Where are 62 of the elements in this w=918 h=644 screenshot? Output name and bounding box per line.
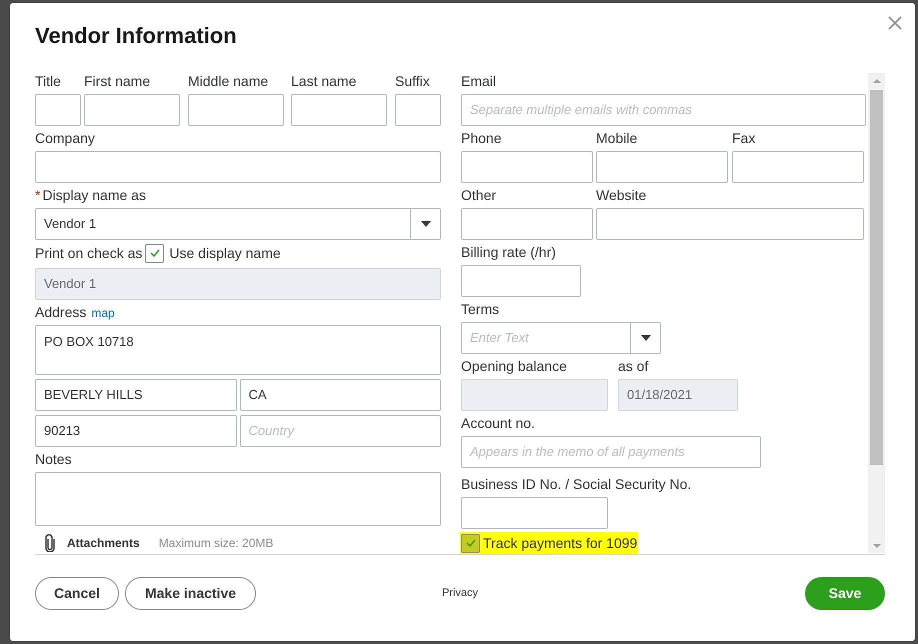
input-field[interactable]	[461, 265, 581, 297]
input-field[interactable]	[596, 151, 728, 183]
field-label: Terms	[461, 300, 500, 318]
check-icon	[150, 249, 160, 257]
check-icon	[466, 539, 476, 547]
field-label: Display name as	[42, 186, 146, 204]
field-label: as of	[618, 357, 648, 375]
input-field[interactable]: CA	[240, 379, 441, 411]
input-field[interactable]	[461, 208, 593, 240]
caret-icon	[420, 221, 430, 227]
caret-icon	[640, 335, 650, 341]
size-note: Maximum size: 20MB	[158, 535, 274, 552]
close-icon[interactable]	[888, 16, 902, 30]
paperclip-icon[interactable]	[45, 534, 55, 552]
field-label: Suffix	[395, 72, 430, 90]
field-label: Other	[461, 186, 496, 204]
field-label: Last name	[291, 72, 356, 90]
input-field[interactable]: 90213	[35, 415, 236, 447]
checkbox-label: Track payments for 1099	[483, 534, 638, 552]
input-field[interactable]: BEVERLY HILLS	[35, 379, 236, 411]
field-label: Notes	[35, 450, 72, 468]
field-label: Phone	[461, 129, 502, 147]
text-area[interactable]	[35, 472, 441, 526]
field-label: Title	[35, 72, 61, 90]
dialog-title: Vendor Information	[35, 22, 237, 50]
field-label: Billing rate (/hr)	[461, 243, 556, 261]
field-label: Middle name	[188, 72, 268, 90]
scrollbar[interactable]	[868, 73, 885, 553]
input-field[interactable]	[291, 94, 387, 126]
field-label: Mobile	[596, 129, 638, 147]
privacy-link[interactable]: Privacy	[442, 585, 478, 602]
field-label: Website	[596, 186, 646, 204]
text-area[interactable]: PO BOX 10718	[35, 325, 441, 375]
field-label: Address	[35, 303, 86, 321]
input-field[interactable]	[84, 94, 180, 126]
field-label: Email	[461, 72, 496, 90]
input-field[interactable]	[395, 94, 441, 126]
scroll-up-icon[interactable]	[872, 79, 880, 83]
input-field[interactable]	[35, 94, 81, 126]
input-field[interactable]	[461, 151, 593, 183]
input-field[interactable]	[732, 151, 864, 183]
input-field[interactable]	[35, 151, 441, 183]
input-field[interactable]	[596, 208, 864, 240]
cancel-button[interactable]: Cancel	[35, 577, 119, 610]
scrollbar-thumb[interactable]	[870, 90, 883, 465]
input-field[interactable]	[461, 497, 608, 529]
field-label: Print on check as	[35, 244, 142, 262]
checkbox[interactable]	[145, 244, 164, 262]
scroll-down-icon[interactable]	[872, 544, 880, 548]
field-label: Fax	[732, 129, 756, 147]
input-field[interactable]	[188, 94, 284, 126]
field-label: Account no.	[461, 414, 535, 432]
map-link[interactable]: map	[91, 304, 115, 322]
dropdown-field[interactable]: Vendor 1	[35, 208, 441, 240]
required-mark: *	[35, 186, 40, 204]
field-label: Company	[35, 129, 95, 147]
attachments-link[interactable]: Attachments	[67, 534, 140, 552]
field-label: Business ID No. / Social Security No.	[461, 475, 692, 493]
checkbox-label: Use display name	[169, 244, 281, 262]
field-label: First name	[84, 72, 150, 90]
checkbox[interactable]	[461, 534, 480, 552]
field-label: Opening balance	[461, 357, 567, 375]
